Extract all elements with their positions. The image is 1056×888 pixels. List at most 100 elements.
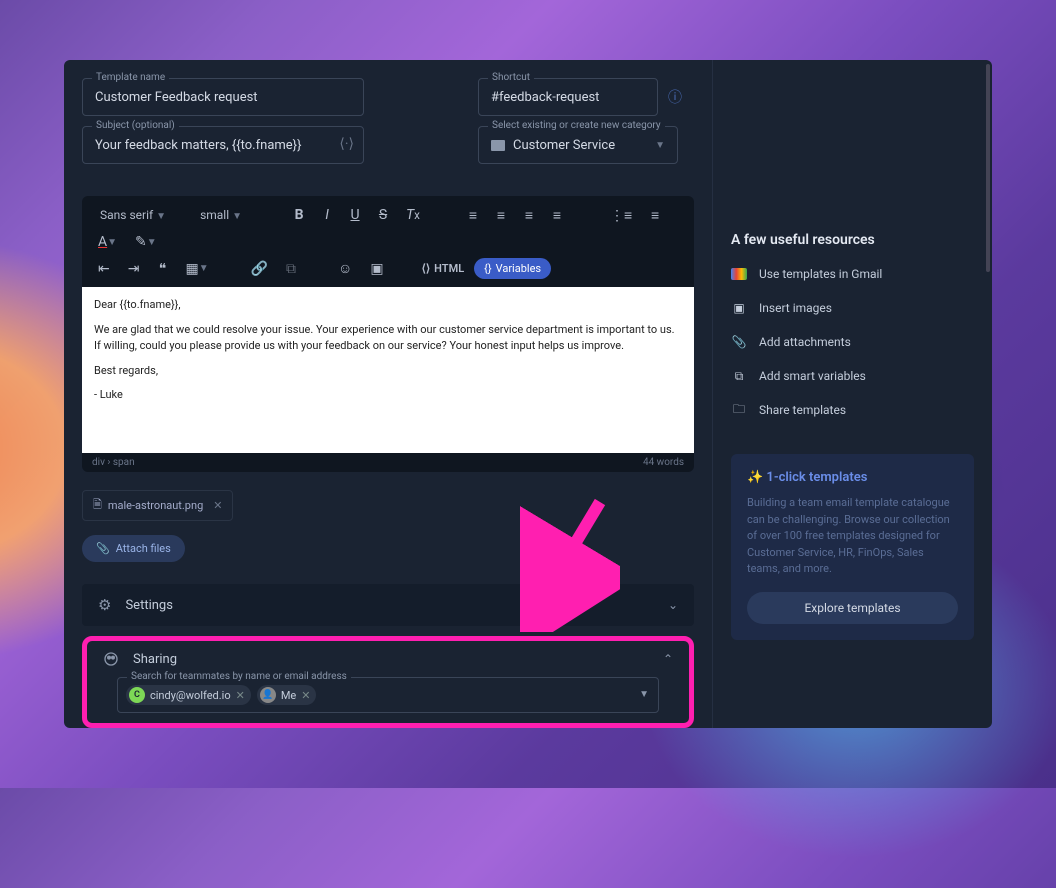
scrollbar[interactable] xyxy=(986,64,990,272)
image-icon[interactable]: ▣ xyxy=(366,259,387,279)
editor-closing: Best regards, xyxy=(94,363,682,380)
align-justify-icon[interactable]: ≡ xyxy=(548,205,566,226)
resource-label: Add smart variables xyxy=(759,369,866,383)
chevron-down-icon: ⌄ xyxy=(668,598,678,612)
insert-variable-icon[interactable]: ⟨·⟩ xyxy=(339,136,354,152)
resource-variables[interactable]: ⧉ Add smart variables xyxy=(731,368,974,384)
unlink-icon[interactable]: ⧉ xyxy=(282,259,300,279)
remove-attachment-icon[interactable]: ✕ xyxy=(213,499,222,512)
underline-icon[interactable]: U xyxy=(346,205,364,225)
size-select[interactable]: small ▼ xyxy=(194,204,260,226)
shortcut-label: Shortcut xyxy=(488,72,534,83)
editor-body[interactable]: Dear {{to.fname}}, We are glad that we c… xyxy=(82,287,694,453)
italic-icon[interactable]: I xyxy=(318,205,336,225)
editor-status-bar: div › span 44 words xyxy=(82,453,694,472)
share-chip-me[interactable]: 👤 Me ✕ xyxy=(257,685,317,705)
chevron-down-icon: ▼ xyxy=(655,140,665,151)
share-chip-label: Me xyxy=(281,689,296,702)
share-chip-label: cindy@wolfed.io xyxy=(150,689,231,702)
indent-icon[interactable]: ⇥ xyxy=(124,259,144,279)
bold-icon[interactable]: B xyxy=(290,205,308,225)
resource-gmail[interactable]: Use templates in Gmail xyxy=(731,266,974,282)
resource-label: Add attachments xyxy=(759,335,851,349)
paperclip-icon: 📎 xyxy=(96,542,110,555)
resource-label: Insert images xyxy=(759,301,832,315)
teammate-search-input[interactable]: C cindy@wolfed.io ✕ 👤 Me ✕ xyxy=(117,677,659,713)
resource-images[interactable]: ▣ Insert images xyxy=(731,300,974,316)
resources-pane: A few useful resources Use templates in … xyxy=(712,60,992,728)
settings-section[interactable]: ⚙ Settings ⌄ xyxy=(82,584,694,626)
link-icon[interactable]: 🔗 xyxy=(247,259,272,279)
resource-label: Use templates in Gmail xyxy=(759,267,882,281)
attach-files-label: Attach files xyxy=(116,542,171,555)
template-editor-modal: Template name Customer Feedback request … xyxy=(64,60,992,728)
category-group: Select existing or create new category C… xyxy=(478,126,678,164)
bullet-list-icon[interactable]: ⋮≡ xyxy=(606,205,636,226)
folder-icon xyxy=(491,140,505,151)
text-color-icon[interactable]: A ▼ xyxy=(94,232,121,252)
resources-title: A few useful resources xyxy=(731,232,974,248)
editor-greeting: Dear {{to.fname}}, xyxy=(94,297,682,314)
breadcrumb: div › span xyxy=(92,457,135,468)
highlight-icon[interactable]: ✎ ▼ xyxy=(131,232,161,252)
editor-body-text: We are glad that we could resolve your i… xyxy=(94,322,682,355)
template-name-group: Template name Customer Feedback request xyxy=(82,78,364,116)
html-button[interactable]: ⟨⟩ HTML xyxy=(422,262,465,275)
paperclip-icon: 📎 xyxy=(731,334,747,350)
share-chip-cindy[interactable]: C cindy@wolfed.io ✕ xyxy=(126,685,251,705)
template-name-input[interactable]: Customer Feedback request xyxy=(82,78,364,116)
attachment-chip[interactable]: 🗎 male-astronaut.png ✕ xyxy=(82,490,233,521)
left-pane: Template name Customer Feedback request … xyxy=(64,60,712,728)
subject-label: Subject (optional) xyxy=(92,120,179,131)
number-list-icon[interactable]: ≡ xyxy=(646,205,664,226)
template-name-value: Customer Feedback request xyxy=(95,90,258,105)
align-left-icon[interactable]: ≡ xyxy=(464,205,482,226)
template-name-label: Template name xyxy=(92,72,169,83)
quote-icon[interactable]: ❝ xyxy=(153,259,171,279)
share-icon xyxy=(103,651,119,667)
resource-share[interactable]: 🗀 Share templates xyxy=(731,402,974,418)
promo-text: Building a team email template catalogue… xyxy=(747,495,958,578)
promo-box: ✨ 1-click templates Building a team emai… xyxy=(731,454,974,640)
remove-chip-icon[interactable]: ✕ xyxy=(301,689,310,702)
shortcut-input[interactable]: #feedback-request xyxy=(478,78,658,116)
gmail-icon xyxy=(731,266,747,282)
attach-files-button[interactable]: 📎 Attach files xyxy=(82,535,185,562)
category-select[interactable]: Customer Service ▼ xyxy=(478,126,678,164)
align-center-icon[interactable]: ≡ xyxy=(492,205,510,226)
dropdown-icon[interactable]: ▼ xyxy=(639,689,649,700)
attachment-filename: male-astronaut.png xyxy=(108,499,203,512)
explore-templates-button[interactable]: Explore templates xyxy=(747,592,958,624)
clear-format-icon[interactable]: Tx xyxy=(402,205,424,225)
editor-toolbar: Sans serif ▼ small ▼ B I U S Tx ≡ ≡ ≡ ≡ … xyxy=(82,196,694,287)
outdent-icon[interactable]: ⇤ xyxy=(94,259,114,279)
shortcut-group: Shortcut #feedback-request xyxy=(478,78,658,116)
sharing-label: Sharing xyxy=(133,652,177,667)
teammate-search-group: Search for teammates by name or email ad… xyxy=(117,677,659,713)
teammate-search-label: Search for teammates by name or email ad… xyxy=(127,671,351,682)
align-right-icon[interactable]: ≡ xyxy=(520,205,538,226)
chevron-up-icon: ⌃ xyxy=(663,652,673,666)
sharing-section-highlight: Sharing ⌃ Search for teammates by name o… xyxy=(82,636,694,728)
subject-input[interactable]: Your feedback matters, {{to.fname}} xyxy=(82,126,364,164)
settings-label: Settings xyxy=(125,598,172,613)
word-count: 44 words xyxy=(643,457,684,468)
category-value: Customer Service xyxy=(513,138,615,153)
subject-value: Your feedback matters, {{to.fname}} xyxy=(95,138,301,153)
promo-title: ✨ 1-click templates xyxy=(747,470,958,485)
variable-icon: ⧉ xyxy=(731,368,747,384)
remove-chip-icon[interactable]: ✕ xyxy=(236,689,245,702)
resource-label: Share templates xyxy=(759,403,846,417)
folder-share-icon: 🗀 xyxy=(731,402,747,418)
image-icon: ▣ xyxy=(731,300,747,316)
resource-attachments[interactable]: 📎 Add attachments xyxy=(731,334,974,350)
gear-icon: ⚙ xyxy=(98,596,111,614)
emoji-icon[interactable]: ☺ xyxy=(334,258,356,279)
table-icon[interactable]: ▦ ▼ xyxy=(181,259,212,279)
file-icon: 🗎 xyxy=(93,496,102,515)
variables-button[interactable]: {} Variables xyxy=(474,258,551,279)
avatar: 👤 xyxy=(260,687,276,703)
strike-icon[interactable]: S xyxy=(374,205,392,225)
font-select[interactable]: Sans serif ▼ xyxy=(94,204,184,226)
info-icon[interactable]: ⓘ xyxy=(668,87,682,107)
